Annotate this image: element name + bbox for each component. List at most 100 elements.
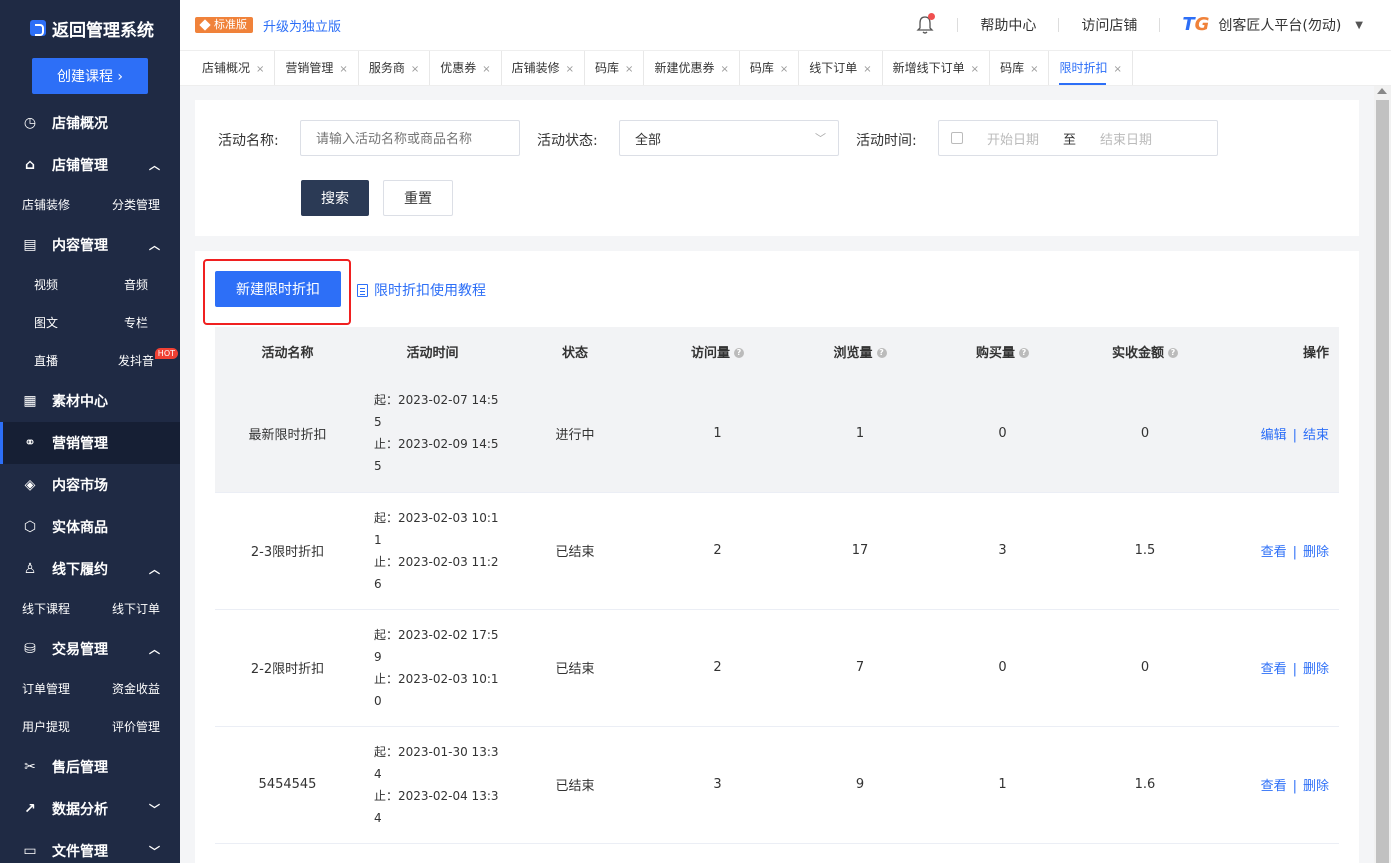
edit-link[interactable]: 编辑 xyxy=(1261,428,1287,443)
sidebar-item-material-center[interactable]: ▦ 素材中心 xyxy=(0,380,180,422)
sidebar-sub-column[interactable]: 专栏 xyxy=(90,304,180,342)
date-range-picker[interactable]: 开始日期 至 结束日期 xyxy=(938,120,1218,156)
sidebar-sub-article[interactable]: 图文 xyxy=(0,304,90,342)
back-to-admin[interactable]: 返回管理系统 xyxy=(0,0,180,56)
view-link[interactable]: 查看 xyxy=(1261,662,1287,677)
sidebar-item-analytics[interactable]: ↗ 数据分析 ﹀ xyxy=(0,788,180,830)
tab-service-provider[interactable]: 服务商 × xyxy=(359,51,431,85)
close-icon[interactable]: × xyxy=(411,64,419,75)
sidebar-sub-video[interactable]: 视频 xyxy=(0,266,90,304)
sidebar-item-marketing[interactable]: ⚭ 营销管理 xyxy=(0,422,180,464)
start-date-input[interactable]: 开始日期 xyxy=(987,129,1039,148)
close-icon[interactable]: × xyxy=(625,64,633,75)
sidebar-item-files[interactable]: ▭ 文件管理 ﹀ xyxy=(0,830,180,863)
close-icon[interactable]: × xyxy=(566,64,574,75)
sidebar-item-label: 店铺管理 xyxy=(52,158,108,174)
sidebar-sub-douyin[interactable]: 发抖音 HOT xyxy=(90,342,180,380)
tab-marketing[interactable]: 营销管理 × xyxy=(275,51,359,85)
sidebar-sub-label: 发抖音 xyxy=(118,354,155,368)
sidebar-sub-income[interactable]: 资金收益 xyxy=(90,670,180,708)
col-label: 浏览量 xyxy=(833,345,873,361)
sidebar-item-content-management[interactable]: ▤ 内容管理 ︿ xyxy=(0,224,180,266)
sidebar-item-offline[interactable]: ♙ 线下履约 ︿ xyxy=(0,548,180,590)
sidebar-item-content-market[interactable]: ◈ 内容市场 xyxy=(0,464,180,506)
scrollbar-thumb[interactable] xyxy=(1376,100,1389,863)
question-icon[interactable]: ? xyxy=(734,348,744,358)
col-views: 浏览量? xyxy=(790,327,930,375)
end-link[interactable]: 结束 xyxy=(1303,428,1329,443)
cell-name: 5454545 xyxy=(258,777,317,792)
time-end: 止：2023-02-03 10:10 xyxy=(374,671,499,708)
tab-store-decoration[interactable]: 店铺装修 × xyxy=(502,51,586,85)
tab-coupon[interactable]: 优惠券 × xyxy=(430,51,502,85)
delete-link[interactable]: 删除 xyxy=(1303,545,1329,560)
sidebar-sub-orders[interactable]: 订单管理 xyxy=(0,670,90,708)
close-icon[interactable]: × xyxy=(1030,64,1038,75)
sidebar-sub-offline-course[interactable]: 线下课程 xyxy=(0,590,90,628)
close-icon[interactable]: × xyxy=(339,64,347,75)
tab-label: 优惠券 xyxy=(440,61,477,75)
sidebar-sub-offline-order[interactable]: 线下订单 xyxy=(90,590,180,628)
upgrade-link[interactable]: 升级为独立版 xyxy=(263,16,341,35)
sidebar-item-label: 售后管理 xyxy=(52,760,108,776)
cell-status: 已结束 xyxy=(555,779,595,794)
table-row: 最新限时折扣 起：2023-02-07 14:55 止：2023-02-09 14… xyxy=(215,375,1339,492)
tab-new-offline-order[interactable]: 新增线下订单 × xyxy=(883,51,991,85)
sidebar-item-store-management[interactable]: ⌂ 店铺管理 ︿ xyxy=(0,144,180,186)
org-name[interactable]: 创客匠人平台(勿动) xyxy=(1218,15,1341,35)
sidebar-item-after-sales[interactable]: ✂ 售后管理 xyxy=(0,746,180,788)
close-icon[interactable]: × xyxy=(1113,64,1121,75)
question-icon[interactable]: ? xyxy=(1019,348,1029,358)
search-button[interactable]: 搜索 xyxy=(301,180,369,216)
view-link[interactable]: 查看 xyxy=(1261,779,1287,794)
sidebar-item-label: 素材中心 xyxy=(52,394,108,410)
cell-actions: 查看 | 删除 xyxy=(1215,726,1339,843)
activity-status-select[interactable]: 全部 ﹀ xyxy=(619,120,839,156)
delete-link[interactable]: 删除 xyxy=(1303,662,1329,677)
close-icon[interactable]: × xyxy=(720,64,728,75)
sidebar-sub-reviews[interactable]: 评价管理 xyxy=(90,708,180,746)
sidebar-item-label: 内容管理 xyxy=(52,238,108,254)
sidebar-item-trade[interactable]: ⛁ 交易管理 ︿ xyxy=(0,628,180,670)
sidebar-item-label: 店铺概况 xyxy=(52,116,108,132)
end-date-input[interactable]: 结束日期 xyxy=(1100,129,1152,148)
create-course-button[interactable]: 创建课程 › xyxy=(32,58,148,94)
caret-down-icon[interactable]: ▼ xyxy=(1355,20,1363,31)
visit-store-link[interactable]: 访问店铺 xyxy=(1059,15,1159,35)
close-icon[interactable]: × xyxy=(863,64,871,75)
reset-button[interactable]: 重置 xyxy=(383,180,453,216)
delete-link[interactable]: 删除 xyxy=(1303,779,1329,794)
close-icon[interactable]: × xyxy=(780,64,788,75)
tab-code-library-2[interactable]: 码库 × xyxy=(740,51,800,85)
notification-bell-icon[interactable] xyxy=(915,13,936,35)
sidebar-item-physical-goods[interactable]: ⬡ 实体商品 xyxy=(0,506,180,548)
question-icon[interactable]: ? xyxy=(876,348,887,358)
close-icon[interactable]: × xyxy=(482,64,490,75)
new-flash-discount-button[interactable]: 新建限时折扣 xyxy=(215,271,341,307)
tutorial-link[interactable]: 限时折扣使用教程 xyxy=(357,280,486,300)
sidebar-sub-category[interactable]: 分类管理 xyxy=(90,186,180,224)
activity-name-input[interactable] xyxy=(300,120,520,156)
close-icon[interactable]: × xyxy=(971,64,979,75)
view-link[interactable]: 查看 xyxy=(1261,545,1287,560)
tab-code-library-3[interactable]: 码库 × xyxy=(990,51,1050,85)
tab-code-library[interactable]: 码库 × xyxy=(585,51,645,85)
help-center-link[interactable]: 帮助中心 xyxy=(958,15,1058,35)
tab-store-overview[interactable]: 店铺概况 × xyxy=(192,51,276,85)
cell-visits: 2 xyxy=(713,660,722,675)
sidebar-item-store-overview[interactable]: ◷ 店铺概况 xyxy=(0,102,180,144)
tab-flash-discount[interactable]: 限时折扣 × xyxy=(1049,51,1133,85)
tab-offline-orders[interactable]: 线下订单 × xyxy=(799,51,883,85)
sidebar-sub-audio[interactable]: 音频 xyxy=(90,266,180,304)
edition-badge: 标准版 xyxy=(195,17,253,33)
question-icon[interactable]: ? xyxy=(1168,348,1178,358)
scroll-up-arrow-icon[interactable] xyxy=(1377,88,1387,94)
range-separator: 至 xyxy=(1063,132,1077,148)
cell-time: 起：2023-02-02 17:59 止：2023-02-03 10:10 xyxy=(360,609,505,726)
tab-label: 码库 xyxy=(1000,61,1025,75)
sidebar-sub-withdraw[interactable]: 用户提现 xyxy=(0,708,90,746)
tab-new-coupon[interactable]: 新建优惠券 × xyxy=(644,51,740,85)
sidebar-sub-store-decoration[interactable]: 店铺装修 xyxy=(0,186,90,224)
close-icon[interactable]: × xyxy=(256,64,264,75)
sidebar-sub-live[interactable]: 直播 xyxy=(0,342,90,380)
